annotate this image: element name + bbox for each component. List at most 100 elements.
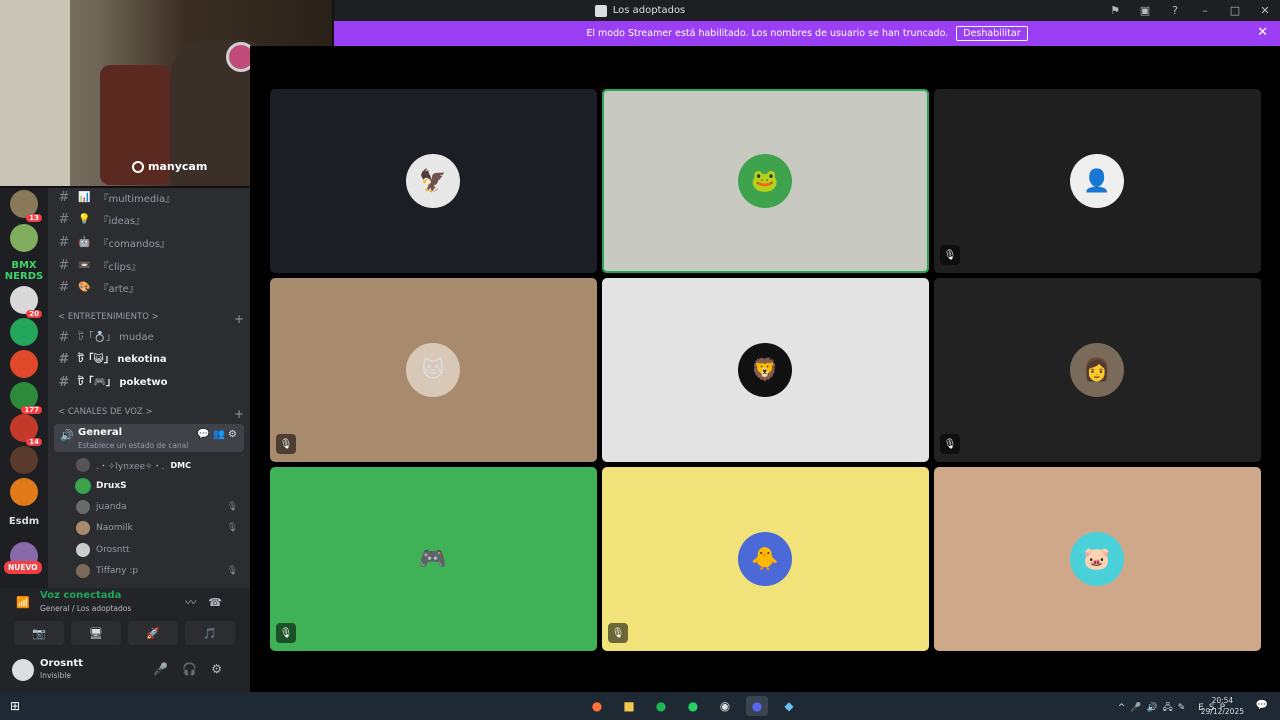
participant-tile[interactable]: 🐸🎙 — [602, 89, 929, 273]
window-title-text: Los adoptados — [612, 5, 686, 16]
channel-mudae[interactable]: # ট「💍」 mudae — [58, 327, 244, 347]
clock[interactable]: 20:54 29/12/2025 — [1201, 695, 1244, 717]
spotify-icon[interactable]: ● — [650, 696, 672, 716]
muted-mic-icon: 🎙 — [276, 623, 296, 643]
participant-tile[interactable]: 🦅🎙 — [270, 89, 597, 273]
discord-window: Los adoptados ⚑ ▣ ? – □ ✕ El modo Stream… — [0, 0, 1280, 720]
hash-icon: # — [58, 234, 70, 250]
voice-user[interactable]: .・✧lynxee✧・. DMC — [76, 455, 244, 475]
obs-icon[interactable]: ◉ — [714, 696, 736, 716]
close-icon[interactable]: ✕ — [1257, 25, 1268, 40]
voice-connected-label[interactable]: Voz conectada — [40, 590, 121, 601]
server-icon[interactable]: 13 — [10, 190, 42, 222]
voice-user[interactable]: Tiffany :p 🎙 — [76, 561, 244, 581]
share-screen-button[interactable]: 🖥 — [71, 621, 121, 645]
channel-emoji: 📼 — [78, 259, 91, 271]
camera-off-icon: 📷 — [32, 626, 46, 640]
close-window-button[interactable]: ✕ — [1250, 4, 1280, 17]
channel-status[interactable]: Establece un estado de canal — [78, 441, 188, 450]
hash-icon: # — [58, 211, 70, 227]
voice-user[interactable]: juanda 🎙 — [76, 497, 244, 517]
participant-tile[interactable]: 🦁🎙 — [602, 278, 929, 462]
voice-user-name: Naomilk — [96, 523, 133, 533]
channel-ideas[interactable]: # 💡 『ideas』 — [58, 209, 244, 229]
discord-taskbar-icon[interactable]: ● — [746, 696, 768, 716]
participant-tile[interactable]: 👤 🎙 — [934, 89, 1261, 273]
voice-location[interactable]: General / Los adoptados — [40, 604, 131, 613]
speaker-icon: 🔊 — [60, 429, 74, 442]
screen-icon[interactable]: ▣ — [1130, 4, 1160, 17]
hash-icon: # — [58, 374, 70, 390]
server-esdm[interactable]: Esdm — [4, 516, 44, 527]
channel-clips[interactable]: # 📼 『clips』 — [58, 255, 244, 275]
mention-badge: 14 — [26, 438, 42, 446]
voice-user-name: juanda — [96, 502, 127, 512]
taskbar-apps: ● ■ ● ● ◉ ● ◆ — [586, 696, 800, 716]
soundboard-icon: 🎵 — [203, 626, 217, 640]
voice-channel-general[interactable]: 🔊 General Establece un estado de canal 💬… — [54, 424, 244, 452]
server-icon[interactable] — [10, 446, 38, 474]
avatar: 🐱 — [406, 343, 460, 397]
user-controls[interactable]: 🎤🎧⚙ — [153, 662, 236, 676]
channel-arte[interactable]: # 🎨 『arte』 — [58, 277, 244, 297]
server-icon[interactable] — [10, 350, 38, 378]
participant-tile[interactable]: 🐱 🎙 — [270, 278, 597, 462]
user-status: Invisible — [40, 671, 71, 680]
server-icon[interactable]: 14 — [10, 414, 42, 446]
voice-user-name: DruxS — [96, 481, 127, 491]
participant-tile[interactable]: 🎮 🎙 — [270, 467, 597, 651]
disable-streamer-button[interactable]: Deshabilitar — [956, 26, 1028, 41]
notification-icon[interactable]: 💬 — [1256, 700, 1268, 711]
firefox-icon[interactable]: ● — [586, 696, 608, 716]
file-explorer-icon[interactable]: ■ — [618, 696, 640, 716]
voice-user-name: .・✧lynxee✧・. — [96, 461, 165, 472]
server-icon[interactable]: 177 — [10, 382, 42, 414]
activities-button[interactable]: 🚀 — [128, 621, 178, 645]
channel-emoji: 🎨 — [78, 281, 91, 293]
user-name[interactable]: Orosntt — [40, 658, 83, 669]
camera-button[interactable]: 📷 — [14, 621, 64, 645]
hash-icon: # — [58, 257, 70, 273]
channel-comandos[interactable]: # 🤖 『comandos』 — [58, 232, 244, 252]
category-voz[interactable]: < CANALES DE VOZ > + — [58, 407, 244, 421]
avatar: 🐸 — [738, 154, 792, 208]
steam-icon[interactable]: ◆ — [778, 696, 800, 716]
server-icon[interactable]: 20 — [10, 286, 42, 318]
help-icon[interactable]: ? — [1160, 4, 1190, 17]
avatar[interactable] — [12, 659, 34, 681]
server-icon[interactable] — [10, 224, 38, 252]
avatar — [76, 500, 90, 514]
avatar: 🎮 — [406, 532, 460, 586]
maximize-button[interactable]: □ — [1220, 4, 1250, 17]
participant-tile[interactable]: 👩 🎙 — [934, 278, 1261, 462]
voice-user[interactable]: DruxS — [76, 476, 244, 496]
channel-poketwo[interactable]: # ট「🎮」 poketwo — [58, 372, 244, 392]
watermark-text: manycam — [148, 160, 208, 173]
clock-date: 29/12/2025 — [1200, 707, 1244, 716]
signal-icon[interactable]: 📶 — [16, 596, 30, 609]
server-icon[interactable] — [10, 318, 38, 346]
minimize-button[interactable]: – — [1190, 4, 1220, 17]
voice-user[interactable]: Naomilk 🎙 — [76, 518, 244, 538]
channel-multimedia[interactable]: # 📊 『multimedia』 — [58, 187, 244, 207]
muted-mic-icon: 🎙 — [940, 245, 960, 265]
avatar: 🦁 — [738, 343, 792, 397]
soundboard-button[interactable]: 🎵 — [185, 621, 235, 645]
muted-mic-icon: 🎙 — [226, 523, 238, 533]
whatsapp-icon[interactable]: ● — [682, 696, 704, 716]
inbox-icon[interactable]: ⚑ — [1100, 4, 1130, 17]
hash-icon: # — [58, 329, 70, 345]
participant-tile[interactable]: 🐥 🎙 — [602, 467, 929, 651]
add-channel-icon[interactable]: + — [234, 407, 244, 421]
participant-tile[interactable]: 🐷🎙 — [934, 467, 1261, 651]
add-channel-icon[interactable]: + — [234, 312, 244, 326]
server-icon[interactable] — [10, 478, 38, 506]
windows-start-icon[interactable]: ⊞ — [10, 699, 20, 713]
category-entretenimiento[interactable]: < ENTRETENIMIENTO > + — [58, 312, 244, 326]
server-bmx-nerds[interactable]: BMX NERDS — [4, 260, 44, 282]
voice-actions[interactable]: 〰☎ — [185, 594, 234, 610]
channel-nekotina[interactable]: # ট「😺」 nekotina — [58, 349, 244, 369]
voice-channel-actions[interactable]: 💬👥⚙ — [197, 429, 240, 440]
voice-user[interactable]: Orosntt — [76, 540, 244, 560]
mention-badge: 13 — [26, 214, 42, 222]
